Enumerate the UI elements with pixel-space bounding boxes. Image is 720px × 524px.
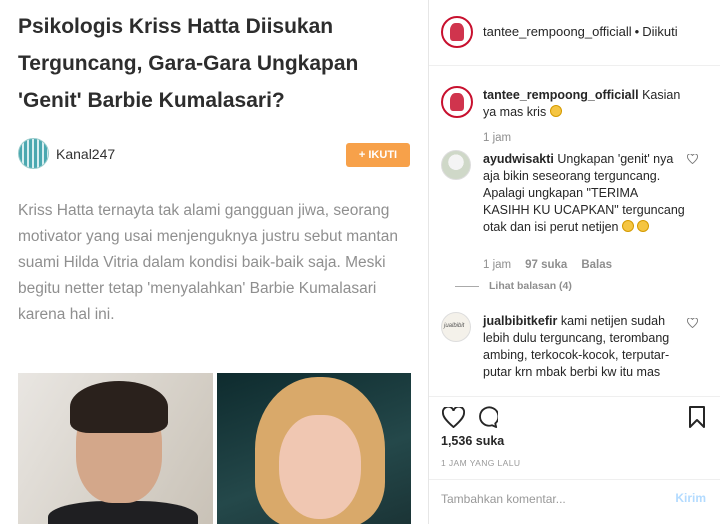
article-photo-right [217, 373, 411, 524]
add-comment-bar: Kirim [429, 479, 720, 521]
header-user: tantee_rempoong_officiall • Diikuti [483, 24, 678, 39]
comment-time[interactable]: 1 jam [483, 132, 511, 144]
article-panel: Psikologis Kriss Hatta Diisukan Tergunca… [0, 0, 428, 524]
follow-status[interactable]: Diikuti [642, 24, 677, 39]
emoji-icon [622, 220, 634, 232]
header-separator: • [634, 24, 640, 39]
comment-text: ayudwisakti Ungkapan 'genit' nya aja bik… [483, 151, 685, 236]
comment-meta: 1 jam [483, 132, 525, 144]
emoji-icon [637, 220, 649, 232]
comment-avatar[interactable] [441, 150, 471, 180]
comment-icon[interactable] [475, 405, 499, 429]
comment-avatar[interactable] [441, 312, 471, 342]
comment-username[interactable]: jualbibitkefir [483, 314, 557, 328]
comment-time[interactable]: 1 jam [483, 259, 511, 271]
comment-avatar[interactable] [441, 86, 473, 118]
comment-meta: 1 jam 97 suka Balas [483, 259, 626, 271]
instagram-panel: tantee_rempoong_officiall • Diikuti tantee… [429, 0, 720, 524]
comment-text: jualbibitkefir kami netijen sudah lebih … [483, 313, 685, 381]
comment-username[interactable]: ayudwisakti [483, 152, 554, 166]
bookmark-icon[interactable] [685, 405, 709, 429]
comment-input[interactable] [441, 489, 651, 509]
comment-likes[interactable]: 97 suka [525, 259, 567, 271]
post-header: tantee_rempoong_officiall • Diikuti [429, 0, 720, 66]
article-title[interactable]: Psikologis Kriss Hatta Diisukan Tergunca… [18, 8, 418, 119]
comments-list[interactable]: tantee_rempoong_officiall Kasian ya mas … [429, 66, 720, 396]
emoji-icon [549, 105, 562, 117]
author-avatar[interactable] [18, 138, 49, 169]
author-row: Kanal247 + IKUTI [18, 138, 410, 170]
follow-button[interactable]: + IKUTI [346, 143, 410, 167]
author-name[interactable]: Kanal247 [56, 146, 115, 162]
profile-avatar[interactable] [441, 16, 473, 48]
comment-username[interactable]: tantee_rempoong_officiall [483, 88, 639, 102]
post-comment-button[interactable]: Kirim [675, 491, 706, 505]
heart-icon[interactable] [441, 405, 465, 429]
post-actions: 1,536 suka 1 JAM YANG LALU Kirim [429, 396, 720, 509]
post-timestamp[interactable]: 1 JAM YANG LALU [441, 458, 520, 468]
comment-heart-icon[interactable] [687, 154, 698, 164]
article-photo-left [18, 373, 213, 524]
article-body: Kriss Hatta ternayta tak alami gangguan … [18, 202, 398, 323]
likes-count[interactable]: 1,536 suka [441, 434, 504, 448]
comment-text: tantee_rempoong_officiall Kasian ya mas … [483, 87, 685, 121]
comment-heart-icon[interactable] [687, 318, 698, 328]
reply-button[interactable]: Balas [581, 259, 612, 271]
view-replies-button[interactable]: Lihat balasan (4) [487, 280, 572, 292]
header-username[interactable]: tantee_rempoong_officiall [483, 24, 632, 39]
